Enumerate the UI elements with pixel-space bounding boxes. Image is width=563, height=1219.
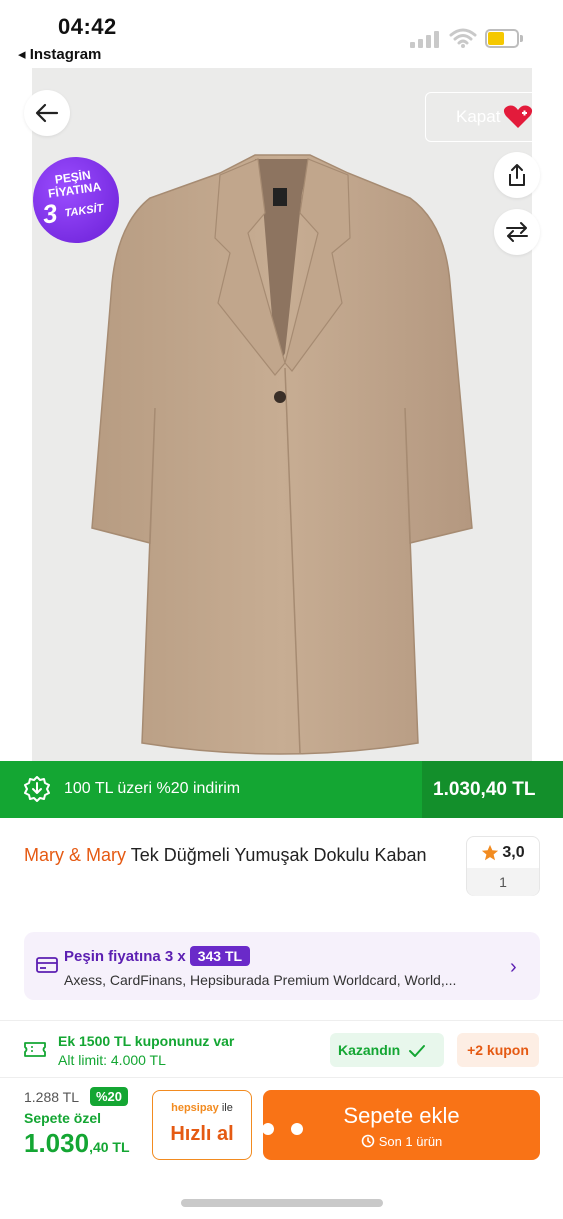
- rating-score: 3,0: [502, 843, 525, 861]
- star-icon: [482, 844, 499, 860]
- hepsipay-logo: hepsipay: [171, 1102, 219, 1114]
- product-title: Mary & Mary Tek Düğmeli Yumuşak Dokulu K…: [24, 843, 444, 867]
- credit-card-icon: [36, 957, 58, 973]
- cart-special-label: Sepete özel: [24, 1110, 102, 1126]
- arrow-left-icon: [35, 103, 59, 123]
- product-name: Tek Düğmeli Yumuşak Dokulu Kaban: [130, 845, 427, 865]
- rating-count: 1: [467, 868, 539, 896]
- discount-text: 100 TL üzeri %20 indirim: [64, 780, 241, 797]
- status-bar: 04:42 ◂ Instagram: [0, 0, 563, 68]
- discount-badge-icon: [24, 776, 50, 802]
- installment-amount: 343 TL: [189, 946, 251, 966]
- discount-percent-badge: %20: [90, 1087, 129, 1106]
- promo-number: 3: [40, 197, 60, 230]
- quick-buy-button[interactable]: hepsipay ile Hızlı al: [152, 1090, 252, 1160]
- quick-buy-label: Hızlı al: [170, 1123, 234, 1145]
- coupon-limit-text: Alt limit: 4.000 TL: [58, 1052, 166, 1068]
- coupon-won-button[interactable]: Kazandın: [330, 1033, 444, 1067]
- stock-note-text: Son 1 ürün: [378, 1134, 443, 1149]
- clock: 04:42: [58, 14, 117, 39]
- back-button[interactable]: [24, 90, 70, 136]
- stock-note: Son 1 ürün: [263, 1134, 540, 1149]
- wifi-icon: [449, 28, 477, 48]
- installment-cards: Axess, CardFinans, Hepsiburada Premium W…: [64, 972, 457, 988]
- favorite-heart-icon[interactable]: [503, 104, 533, 130]
- final-price-decimal: ,40 TL: [89, 1139, 130, 1155]
- discount-price: 1.030,40 TL: [433, 779, 536, 800]
- share-button[interactable]: [494, 152, 540, 198]
- promo-word: TAKSİT: [63, 202, 105, 220]
- close-overlay-label: Kapat: [456, 107, 501, 126]
- coupon-offer-text: Ek 1500 TL kuponunuz var: [58, 1033, 235, 1049]
- discount-banner-left: 100 TL üzeri %20 indirim: [0, 761, 422, 818]
- swap-arrows-icon: [506, 222, 528, 242]
- installment-info[interactable]: Peşin fiyatına 3 x 343 TL Axess, CardFina…: [24, 932, 540, 1000]
- add-to-cart-label: Sepete ekle: [343, 1103, 460, 1128]
- add-to-cart-button[interactable]: Sepete ekle Son 1 ürün: [263, 1090, 540, 1160]
- home-indicator[interactable]: [181, 1199, 383, 1207]
- compare-button[interactable]: [494, 209, 540, 255]
- hepsipay-label: hepsipay ile: [153, 1102, 251, 1114]
- carousel-dot: [291, 1123, 303, 1135]
- coupon-won-label: Kazandın: [338, 1042, 401, 1058]
- rating-box[interactable]: 3,0 1: [466, 836, 540, 896]
- share-icon: [509, 164, 525, 186]
- checkmark-icon: [409, 1045, 426, 1058]
- battery-icon: [485, 29, 523, 48]
- discount-banner[interactable]: 100 TL üzeri %20 indirim 1.030,40 TL: [0, 761, 563, 818]
- cellular-signal-icon: [410, 30, 442, 48]
- chevron-right-icon: ›: [510, 956, 517, 978]
- coupon-bar[interactable]: Ek 1500 TL kuponunuz var Alt limit: 4.00…: [0, 1020, 563, 1078]
- brand-link[interactable]: Mary & Mary: [24, 845, 126, 865]
- product-image-gallery[interactable]: Kapat PEŞİN FİYATINA 3 TAKSİT: [0, 68, 563, 761]
- installment-headline: Peşin fiyatına 3 x 343 TL: [64, 946, 251, 966]
- installment-prefix: Peşin fiyatına 3 x: [64, 948, 186, 965]
- carousel-dot: [262, 1123, 274, 1135]
- final-price-main: 1.030: [24, 1128, 90, 1158]
- more-coupons-button[interactable]: +2 kupon: [457, 1033, 539, 1067]
- product-image-coat: [91, 154, 473, 755]
- rating-score-row: 3,0: [467, 837, 539, 868]
- clock-icon: [361, 1134, 374, 1148]
- final-price: 1.030,40 TL: [24, 1128, 130, 1159]
- hepsipay-suffix: ile: [221, 1102, 233, 1114]
- ticket-icon: [24, 1042, 46, 1057]
- back-to-app-link[interactable]: ◂ Instagram: [18, 45, 101, 63]
- old-price: 1.288 TL: [24, 1089, 80, 1105]
